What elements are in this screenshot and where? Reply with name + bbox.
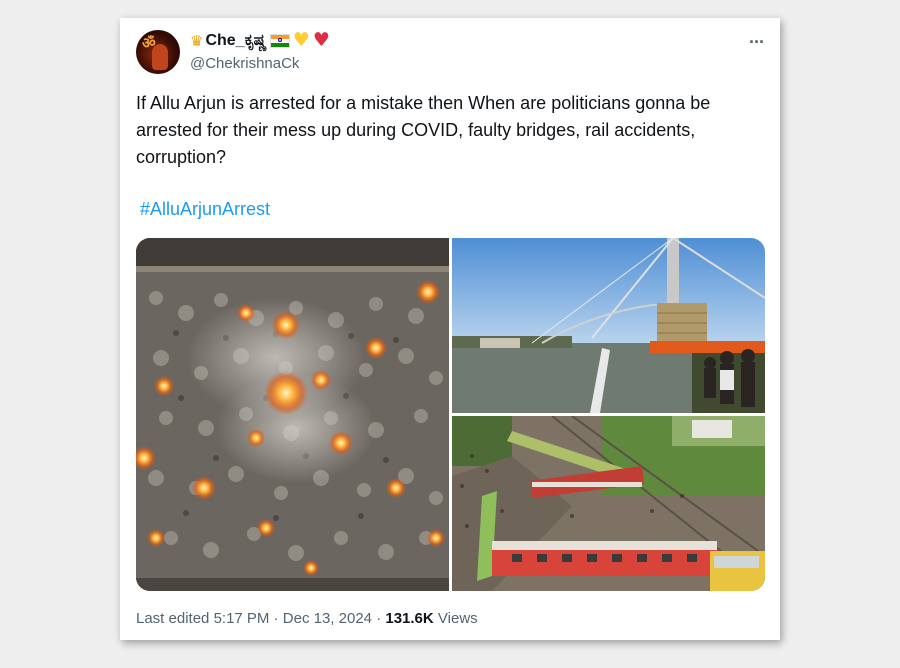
tweet-footer: Last edited 5:17 PM · Dec 13, 2024 · 131… <box>136 610 478 627</box>
hashtag-link[interactable]: #AlluArjunArrest <box>140 199 270 220</box>
separator: · <box>376 610 382 627</box>
collapsed-bridge-photo[interactable] <box>452 238 765 413</box>
views-label: Views <box>437 610 478 627</box>
tweet-card: ॐ ♛ Che_ಕೃಷ್ಣ ♥ ♥ @ChekrishnaCk ··· If A… <box>120 18 780 640</box>
author-display-name[interactable]: Che_ಕೃಷ್ಣ <box>205 32 266 50</box>
tweet-text: If Allu Arjun is arrested for a mistake … <box>136 93 711 167</box>
crown-icon: ♛ <box>190 31 204 50</box>
train-accident-photo[interactable] <box>452 416 765 591</box>
separator: · <box>273 610 279 627</box>
yellow-heart-icon: ♥ <box>292 29 310 51</box>
edit-date[interactable]: Dec 13, 2024 <box>283 610 372 627</box>
indian-flag-icon <box>269 33 290 48</box>
avatar-figure <box>152 44 168 70</box>
author-name-row[interactable]: ♛ Che_ಕೃಷ್ಣ ♥ ♥ <box>190 31 330 50</box>
author-avatar[interactable]: ॐ <box>136 30 180 74</box>
author-handle[interactable]: @ChekrishnaCk <box>190 55 299 72</box>
edited-label[interactable]: Last edited <box>136 610 209 627</box>
media-grid <box>136 238 765 591</box>
views-count[interactable]: 131.6K <box>385 610 433 627</box>
red-heart-icon: ♥ <box>312 29 330 51</box>
cremation-ground-aerial-photo[interactable] <box>136 238 449 591</box>
edit-time[interactable]: 5:17 PM <box>214 610 270 627</box>
more-options-icon[interactable]: ··· <box>749 32 765 53</box>
